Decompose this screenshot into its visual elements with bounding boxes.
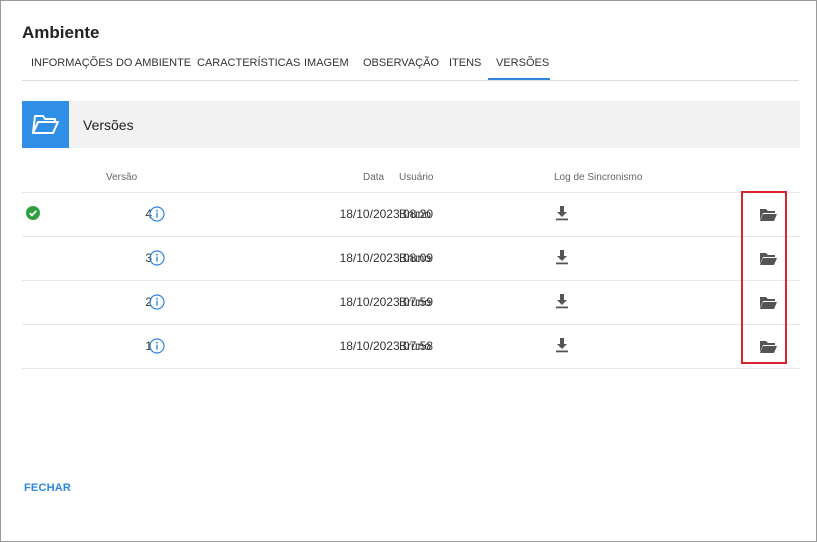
- info-icon[interactable]: [149, 294, 165, 310]
- tab-bar: INFORMAÇÕES DO AMBIENTE CARACTERÍSTICAS …: [22, 55, 799, 81]
- tab-informacoes-do-ambiente[interactable]: INFORMAÇÕES DO AMBIENTE: [31, 57, 191, 69]
- version-user: Bruno: [399, 339, 432, 353]
- download-icon[interactable]: [555, 337, 569, 353]
- download-icon[interactable]: [555, 249, 569, 265]
- tab-imagem[interactable]: IMAGEM: [304, 57, 349, 69]
- tab-caracteristicas[interactable]: CARACTERÍSTICAS: [197, 57, 300, 69]
- table-row: 2 18/10/2023 07:59 Bruno: [22, 280, 800, 324]
- info-icon[interactable]: [149, 250, 165, 266]
- download-icon[interactable]: [555, 205, 569, 221]
- versions-table: 4 18/10/2023 08:20 Bruno 3 18/10/2023 08…: [22, 192, 800, 369]
- column-header-sync-log: Log de Sincronismo: [554, 172, 643, 183]
- column-header-date: Data: [363, 172, 385, 183]
- versions-section-header: Versões: [22, 101, 800, 148]
- version-user: Bruno: [399, 207, 432, 221]
- download-icon[interactable]: [555, 293, 569, 309]
- column-header-user: Usuário: [399, 172, 434, 183]
- section-title: Versões: [83, 117, 134, 133]
- folder-open-icon[interactable]: [759, 339, 778, 354]
- tab-itens[interactable]: ITENS: [449, 57, 481, 69]
- folder-open-icon: [22, 101, 69, 148]
- tab-observacao[interactable]: OBSERVAÇÃO: [363, 57, 439, 69]
- column-header-version: Versão: [106, 172, 138, 183]
- close-button[interactable]: FECHAR: [24, 482, 71, 494]
- info-icon[interactable]: [149, 338, 165, 354]
- folder-open-icon[interactable]: [759, 251, 778, 266]
- active-tab-indicator: [488, 78, 550, 80]
- check-circle-icon: [26, 206, 40, 220]
- table-row: 4 18/10/2023 08:20 Bruno: [22, 192, 800, 236]
- table-row: 1 18/10/2023 07:58 Bruno: [22, 324, 800, 369]
- folder-open-icon[interactable]: [759, 295, 778, 310]
- dialog-title: Ambiente: [22, 23, 100, 42]
- version-user: Bruno: [399, 251, 432, 265]
- ambiente-dialog: Ambiente INFORMAÇÕES DO AMBIENTE CARACTE…: [0, 0, 817, 542]
- folder-open-icon[interactable]: [759, 207, 778, 222]
- version-user: Bruno: [399, 295, 432, 309]
- tab-versoes[interactable]: VERSÕES: [496, 57, 549, 69]
- info-icon[interactable]: [149, 206, 165, 222]
- table-row: 3 18/10/2023 08:09 Bruno: [22, 236, 800, 280]
